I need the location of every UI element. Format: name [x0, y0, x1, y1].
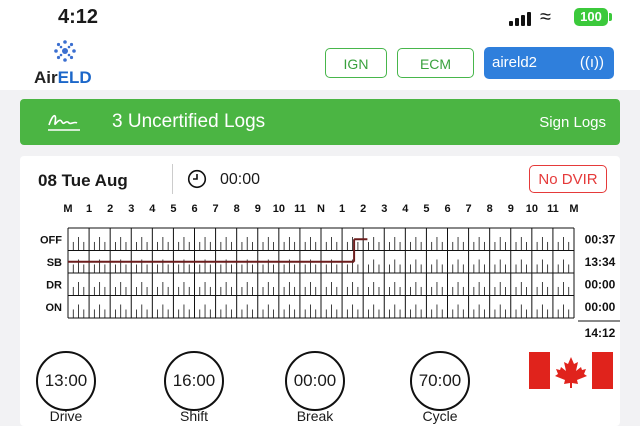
status-row-total: 13:34	[585, 255, 616, 269]
hour-label: 4	[149, 203, 156, 215]
hour-label: 5	[423, 203, 429, 215]
drive-label: Drive	[49, 408, 83, 424]
hour-label: M	[569, 203, 578, 215]
uncertified-logs-banner[interactable]: 3 Uncertified Logs Sign Logs	[20, 99, 620, 145]
logo-text-air: Air	[34, 68, 58, 87]
hour-label: 3	[381, 203, 387, 215]
shift-label: Shift	[179, 408, 208, 424]
cellular-signal-icon	[509, 10, 533, 26]
hour-label: 5	[170, 203, 176, 215]
no-dvir-button[interactable]: No DVIR	[529, 165, 607, 193]
hour-label: 8	[234, 203, 240, 215]
status-row-label: DR	[46, 279, 62, 291]
hour-label: 10	[273, 203, 285, 215]
sign-logs-button[interactable]: Sign Logs	[539, 114, 606, 131]
app-header: AirELD IGN ECM aireld2 ((ı))	[0, 34, 640, 90]
status-time: 4:12	[58, 6, 99, 28]
hour-label: 6	[444, 203, 450, 215]
hour-label: 11	[294, 203, 306, 215]
hour-label: 4	[402, 203, 409, 215]
break-timer: 00:00	[285, 351, 345, 411]
hour-label: 6	[191, 203, 197, 215]
drive-timer: 13:00	[36, 351, 96, 411]
uncertified-logs-title: 3 Uncertified Logs	[112, 111, 266, 132]
cycle-label: Cycle	[422, 408, 458, 424]
ecm-button[interactable]: ECM	[397, 48, 474, 78]
wifi-icon: ≈	[540, 6, 551, 28]
status-row-label: ON	[46, 302, 63, 314]
clock-icon	[187, 169, 207, 189]
divider	[172, 164, 173, 194]
status-row-total: 00:00	[585, 277, 616, 291]
hour-label: 2	[360, 203, 366, 215]
status-bar: 4:12 ≈ 100	[0, 0, 640, 34]
hour-label: 10	[526, 203, 538, 215]
log-graph: M 1 2 3 4 5 6 7 8 9 10 11 N 1 2 3 4 5 6 7 8 9 10 11 M OFF 00:37 SB 1…	[40, 203, 620, 340]
shift-timer: 16:00	[164, 351, 224, 411]
hour-label: M	[63, 203, 72, 215]
status-row-label: OFF	[40, 234, 62, 246]
logo-text: AirELD	[34, 68, 92, 88]
logo-mark-icon	[54, 40, 76, 62]
battery-tip	[609, 13, 612, 21]
broadcast-icon: ((ı))	[579, 54, 604, 71]
hour-label: 11	[547, 203, 559, 215]
logo-text-eld: ELD	[57, 68, 92, 87]
ign-button[interactable]: IGN	[325, 48, 387, 78]
hour-label: 7	[213, 203, 219, 215]
hour-label: 9	[255, 203, 261, 215]
hour-label: 1	[86, 203, 92, 215]
status-row-label: SB	[47, 257, 62, 269]
log-start-time: 00:00	[220, 171, 261, 188]
hour-label: N	[317, 203, 325, 215]
grand-total: 14:12	[585, 326, 616, 340]
device-name: aireld2	[492, 54, 538, 71]
hour-label: 1	[339, 203, 345, 215]
hour-label: 9	[508, 203, 514, 215]
signature-icon	[48, 114, 80, 131]
battery-icon: 100	[574, 8, 608, 26]
log-date[interactable]: 08 Tue Aug	[38, 171, 128, 191]
canada-flag-icon	[529, 352, 613, 389]
hour-label: 2	[107, 203, 113, 215]
aireld-logo: AirELD	[34, 38, 104, 88]
status-row-total: 00:37	[585, 232, 616, 246]
hour-label: 7	[466, 203, 472, 215]
break-label: Break	[296, 408, 334, 424]
daily-log-card: 08 Tue Aug 00:00 No DVIR M 1 2 3 4 5 6 7 8 9 10 11 N…	[20, 156, 620, 426]
device-connection-button[interactable]: aireld2 ((ı))	[484, 47, 614, 79]
hour-label: 8	[487, 203, 493, 215]
cycle-timer: 70:00	[410, 351, 470, 411]
hour-label: 3	[128, 203, 134, 215]
status-row-total: 00:00	[585, 300, 616, 314]
